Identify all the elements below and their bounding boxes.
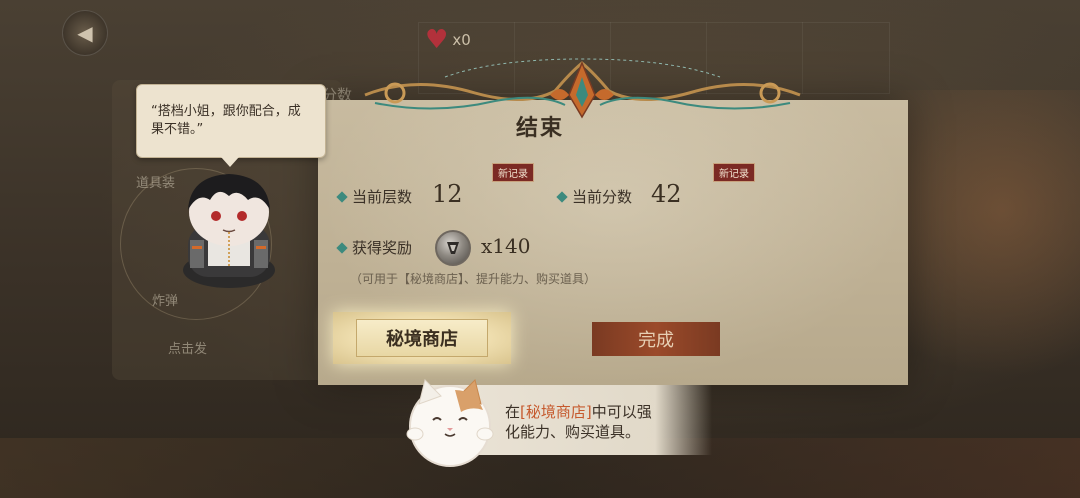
cat-guide-character — [406, 379, 494, 467]
companion-speech-bubble: “搭档小姐，跟你配合，成果不错。” — [136, 84, 326, 167]
reward-label: 获得奖励 — [336, 237, 413, 258]
diamond-bullet-icon — [336, 241, 348, 254]
background-tap-hint: 点击发 — [168, 342, 208, 357]
background-skill-label: 炸弹 — [152, 294, 179, 309]
panel-title: 结束 — [515, 115, 564, 141]
tip-highlight: [秘境商店] — [520, 403, 592, 421]
current-score-value: 42 — [651, 180, 682, 208]
secret-shop-button-label: 秘境商店 — [356, 319, 488, 357]
reward-note: （可用于【秘境商店】、提升能力、购买道具） — [350, 272, 597, 286]
hearts-count: x0 — [452, 31, 471, 49]
tip-text: 在[秘境商店]中可以强化能力、购买道具。 — [505, 402, 665, 442]
reward-amount: x140 — [481, 234, 531, 258]
reward-label-text: 获得奖励 — [352, 239, 413, 257]
done-button[interactable]: 完成 — [592, 322, 720, 356]
heart-icon: ♥ — [425, 25, 449, 55]
current-score-label-text: 当前分数 — [572, 188, 633, 206]
diamond-bullet-icon — [556, 190, 568, 203]
current-floor-label: 当前层数 — [336, 186, 413, 207]
back-icon[interactable]: ◀ — [62, 10, 108, 56]
reward-token-icon — [435, 230, 471, 266]
companion-character — [183, 174, 275, 288]
secret-shop-button[interactable]: 秘境商店 — [333, 312, 511, 364]
hearts-counter: ♥ x0 — [425, 25, 471, 55]
companion-speech-text: “搭档小姐，跟你配合，成果不错。” — [151, 104, 301, 137]
current-floor-value: 12 — [432, 180, 463, 208]
current-floor-label-text: 当前层数 — [352, 188, 413, 206]
current-score-label: 当前分数 — [556, 186, 633, 207]
tip-prefix: 在 — [505, 403, 521, 421]
new-record-badge-score: 新记录 — [713, 163, 755, 182]
diamond-bullet-icon — [336, 190, 348, 203]
new-record-badge-floor: 新记录 — [492, 163, 534, 182]
